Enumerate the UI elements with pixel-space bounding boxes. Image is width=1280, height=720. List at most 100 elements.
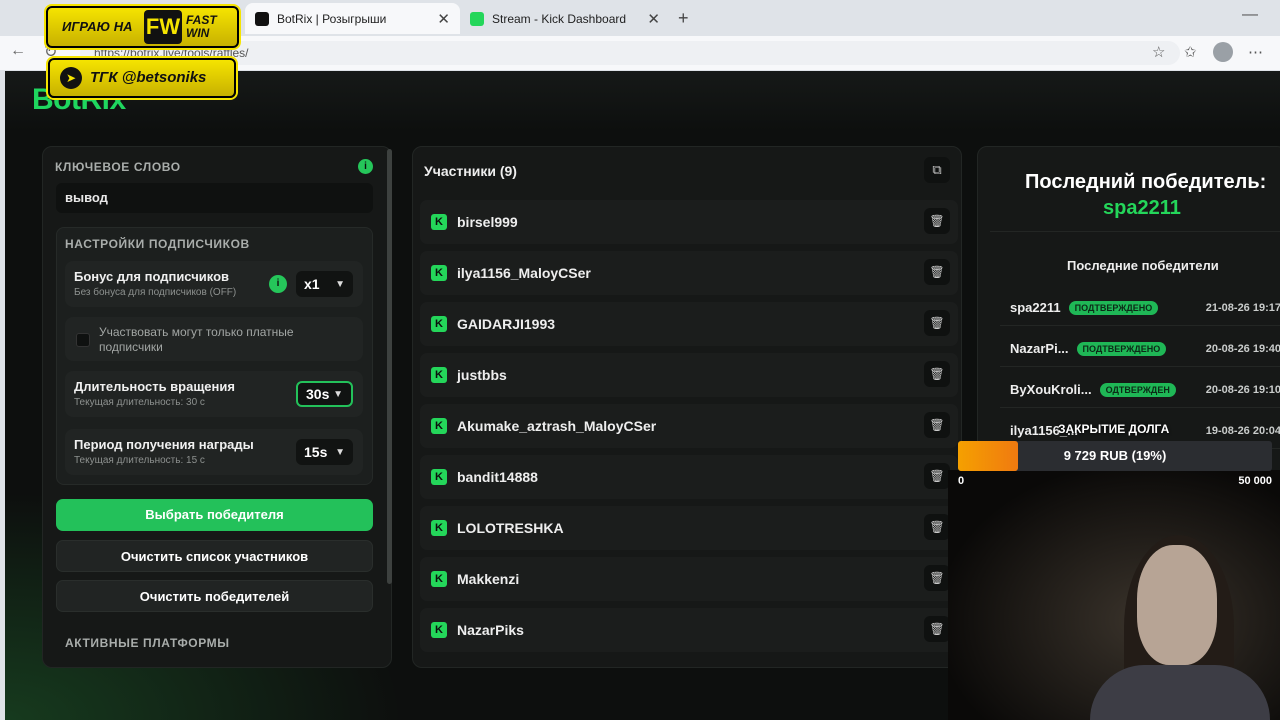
webcam-face xyxy=(1137,545,1217,665)
divider xyxy=(990,231,1280,232)
winner-date: 20-08-26 19:10 xyxy=(1205,383,1280,396)
trash-icon[interactable]: 🗑 xyxy=(924,361,950,387)
kick-icon: K xyxy=(431,265,447,281)
claim-period-subtitle: Текущая длительность: 15 с xyxy=(74,455,205,466)
participants-header: Участники (9) xyxy=(424,163,517,179)
participant-row: K NazarPiks 🗑 xyxy=(420,608,958,652)
winner-row: NazarPi... ПОДТВЕРЖДЕНО 20-08-26 19:40 xyxy=(1000,331,1280,367)
kick-icon: K xyxy=(431,469,447,485)
spin-duration-select[interactable]: 30s ▼ xyxy=(296,381,353,407)
close-icon[interactable]: ✕ xyxy=(647,10,660,28)
debt-max: 50 000 xyxy=(1238,475,1272,487)
bonus-multiplier-select[interactable]: x1 ▼ xyxy=(296,271,353,297)
fw-logo: FW xyxy=(144,10,182,44)
participant-row: K LOLOTRESHKA 🗑 xyxy=(420,506,958,550)
winner-row: ByXouKroli... ОДТВЕРЖДЕН 20-08-26 19:10 xyxy=(1000,372,1280,408)
favorites-icon[interactable]: ✩ xyxy=(1184,43,1197,61)
telegram-handle: ТГК @betsoniks xyxy=(90,69,207,86)
spin-duration-subtitle: Текущая длительность: 30 с xyxy=(74,397,205,408)
winner-date: 20-08-26 19:40 xyxy=(1205,342,1280,355)
participant-row: Kbirsel999 🗑 xyxy=(420,200,958,244)
clear-participants-button[interactable]: Очистить список участников xyxy=(56,540,373,572)
menu-icon[interactable]: ⋯ xyxy=(1248,43,1263,61)
spin-duration-row: Длительность вращения Текущая длительнос… xyxy=(65,371,363,417)
chevron-down-icon: ▼ xyxy=(333,388,343,400)
tab-botrix[interactable]: BotRix | Розыгрыши ✕ xyxy=(245,3,460,34)
spin-duration-title: Длительность вращения xyxy=(74,379,235,394)
promo-prefix: ИГРАЮ НА xyxy=(62,19,133,34)
status-badge: ОДТВЕРЖДЕН xyxy=(1099,382,1176,397)
new-tab-icon[interactable]: + xyxy=(678,8,689,29)
winner-date: 21-08-26 19:17 xyxy=(1205,301,1280,314)
participant-row: Kjustbbs 🗑 xyxy=(420,353,958,397)
participant-name: Makkenzi xyxy=(457,571,520,587)
participant-name: GAIDARJI1993 xyxy=(457,316,556,332)
clear-winners-button[interactable]: Очистить победителей xyxy=(56,580,373,612)
participant-name: justbbs xyxy=(457,367,507,383)
kick-icon: K xyxy=(431,316,447,332)
kick-icon: K xyxy=(431,214,447,230)
kick-icon: K xyxy=(431,367,447,383)
trash-icon[interactable]: 🗑 xyxy=(924,208,950,234)
kick-icon: K xyxy=(431,622,447,638)
settings-scrollbar[interactable] xyxy=(387,149,392,584)
participant-name: birsel999 xyxy=(457,214,518,230)
tab-kick[interactable]: Stream - Kick Dashboard ✕ xyxy=(460,3,670,34)
paid-subscribers-row: Участвовать могут только платные подписч… xyxy=(65,317,363,361)
subscriber-section-title: НАСТРОЙКИ ПОДПИСЧИКОВ xyxy=(65,237,250,251)
trash-icon[interactable]: 🗑 xyxy=(924,259,950,285)
winner-name: NazarPi... xyxy=(1010,341,1069,356)
trash-icon[interactable]: 🗑 xyxy=(924,616,950,642)
copy-icon[interactable]: ⧉ xyxy=(924,157,950,183)
webcam-body xyxy=(1090,665,1270,720)
platforms-label: АКТИВНЫЕ ПЛАТФОРМЫ xyxy=(65,636,230,650)
promo-banner: ИГРАЮ НА FW FAST WIN xyxy=(46,6,239,48)
trash-icon[interactable]: 🗑 xyxy=(924,463,950,489)
botrix-favicon-icon xyxy=(255,11,269,26)
pick-winner-button[interactable]: Выбрать победителя xyxy=(56,499,373,531)
claim-period-title: Период получения награды xyxy=(74,437,254,452)
chevron-down-icon: ▼ xyxy=(335,446,345,458)
participant-name: ilya1156_MaloyCSer xyxy=(457,265,591,281)
participant-name: bandit14888 xyxy=(457,469,538,485)
debt-value: 9 729 RUB (19%) xyxy=(1063,448,1167,463)
bookmark-star-icon[interactable]: ☆ xyxy=(1152,43,1165,61)
bonus-subtitle: Без бонуса для подписчиков (OFF) xyxy=(74,287,237,298)
tab-title: Stream - Kick Dashboard xyxy=(492,11,627,26)
trash-icon[interactable]: 🗑 xyxy=(924,514,950,540)
keyword-label: КЛЮЧЕВОЕ СЛОВО xyxy=(55,160,181,174)
back-icon[interactable]: ← xyxy=(10,42,26,60)
claim-period-row: Период получения награды Текущая длитель… xyxy=(65,429,363,475)
winner-name: ByXouKroli... xyxy=(1010,382,1092,397)
participant-row: Kilya1156_MaloyCSer 🗑 xyxy=(420,251,958,295)
kick-favicon-icon xyxy=(470,11,484,26)
promo-brand-sub: FAST WIN xyxy=(186,13,217,40)
chevron-down-icon: ▼ xyxy=(335,278,345,290)
info-icon[interactable]: i xyxy=(269,275,287,293)
minimize-icon[interactable]: — xyxy=(1242,6,1258,24)
participant-name: Akumake_aztrash_MaloyCSer xyxy=(457,418,657,434)
recent-winners-title: Последние победители xyxy=(1067,258,1219,273)
trash-icon[interactable]: 🗑 xyxy=(924,310,950,336)
last-winner-title: Последний победитель: xyxy=(1025,171,1267,193)
trash-icon[interactable]: 🗑 xyxy=(924,565,950,591)
kick-icon: K xyxy=(431,571,447,587)
kick-icon: K xyxy=(431,520,447,536)
url-field[interactable]: https://botrix.live/tools/raffles/ xyxy=(80,41,1180,65)
participant-row: K GAIDARJI1993 🗑 xyxy=(420,302,958,346)
last-winner-name: spa2211 xyxy=(1103,197,1181,219)
profile-avatar[interactable] xyxy=(1213,42,1233,62)
status-badge: ПОДТВЕРЖДЕНО xyxy=(1076,341,1167,356)
status-badge: ПОДТВЕРЖДЕНО xyxy=(1068,300,1159,315)
info-icon[interactable]: i xyxy=(358,159,373,174)
paid-only-checkbox[interactable] xyxy=(76,333,90,347)
kick-icon: K xyxy=(431,418,447,434)
close-icon[interactable]: ✕ xyxy=(437,10,450,28)
claim-period-select[interactable]: 15s ▼ xyxy=(296,439,353,465)
trash-icon[interactable]: 🗑 xyxy=(924,412,950,438)
telegram-icon: ➤ xyxy=(60,67,82,89)
debt-widget: ЗАКРЫТИЕ ДОЛГА 9 729 RUB (19%) 0 50 000 xyxy=(958,421,1272,491)
participant-row: Kbandit14888 🗑 xyxy=(420,455,958,499)
keyword-input[interactable]: вывод xyxy=(56,183,373,213)
subscriber-bonus-row: Бонус для подписчиков Без бонуса для под… xyxy=(65,261,363,307)
